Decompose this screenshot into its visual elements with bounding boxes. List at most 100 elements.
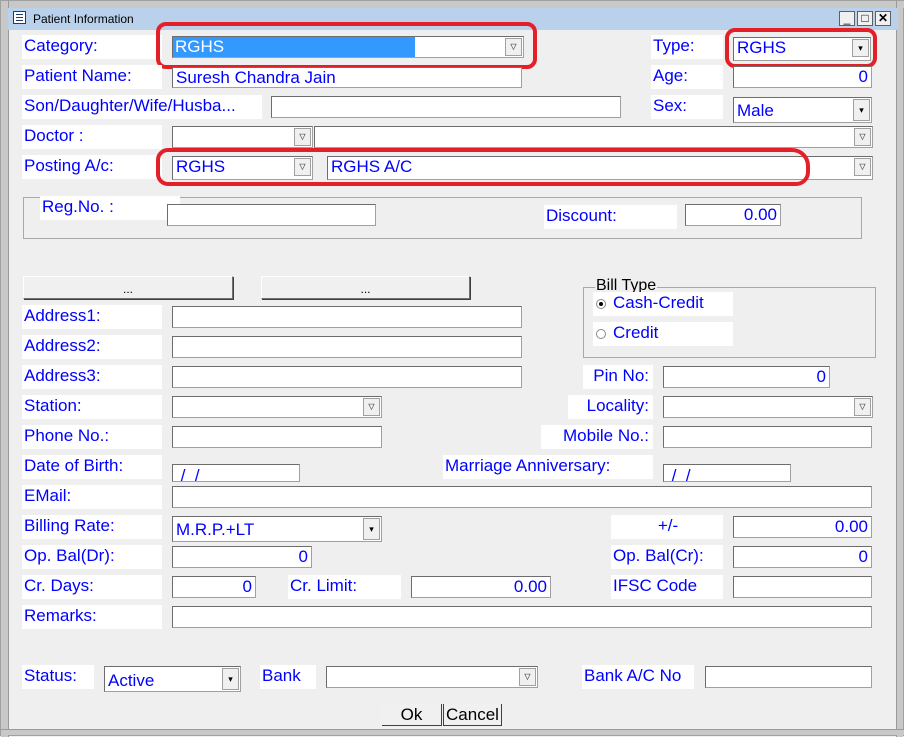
address2-label: Address2: xyxy=(22,335,162,359)
cash-credit-label: Cash-Credit xyxy=(613,293,704,312)
patient-name-label: Patient Name: xyxy=(22,65,162,89)
address3-input[interactable] xyxy=(172,366,522,388)
plus-minus-label: +/- xyxy=(611,515,723,539)
bank-ac-no-input[interactable] xyxy=(705,666,872,688)
chevron-down-icon[interactable]: ▽ xyxy=(854,398,871,416)
relation-input[interactable] xyxy=(271,96,621,118)
status-value: Active xyxy=(108,671,155,690)
chevron-down-icon[interactable]: ▽ xyxy=(294,128,311,146)
op-bal-dr-label: Op. Bal(Dr): xyxy=(22,545,162,569)
browse-button-1[interactable]: ... xyxy=(23,276,233,299)
station-dropdown[interactable]: ▽ xyxy=(172,396,382,418)
chevron-down-icon[interactable]: ▾ xyxy=(222,668,239,690)
radio-cash-credit[interactable] xyxy=(596,299,606,309)
cr-days-label: Cr. Days: xyxy=(22,575,162,599)
bill-type-cash-credit[interactable]: Cash-Credit xyxy=(593,292,733,316)
discount-input[interactable]: 0.00 xyxy=(685,204,781,226)
phone-no-label: Phone No.: xyxy=(22,425,162,449)
relation-label: Son/Daughter/Wife/Husba... xyxy=(22,95,262,119)
type-dropdown[interactable]: RGHS ▾ xyxy=(733,37,871,61)
remarks-label: Remarks: xyxy=(22,605,162,629)
window-menu-icon[interactable] xyxy=(13,11,26,24)
billing-rate-value: M.R.P.+LT xyxy=(176,520,255,539)
date-of-birth-label: Date of Birth: xyxy=(22,455,162,479)
doctor-name-dropdown[interactable]: ▽ xyxy=(314,126,873,148)
ifsc-code-input[interactable] xyxy=(733,576,872,598)
age-label: Age: xyxy=(651,65,723,89)
maximize-button[interactable]: □ xyxy=(857,11,873,26)
ifsc-code-label: IFSC Code xyxy=(611,575,723,599)
op-bal-cr-input[interactable]: 0 xyxy=(733,546,872,568)
category-label: Category: xyxy=(22,35,162,59)
window-title: Patient Information xyxy=(33,12,134,26)
mobile-no-label: Mobile No.: xyxy=(541,425,653,449)
cr-days-input[interactable]: 0 xyxy=(172,576,256,598)
cancel-button[interactable]: Cancel xyxy=(443,704,502,726)
locality-label: Locality: xyxy=(568,395,653,419)
station-label: Station: xyxy=(22,395,162,419)
browse-button-2[interactable]: ... xyxy=(261,276,470,299)
op-bal-dr-input[interactable]: 0 xyxy=(172,546,312,568)
address1-input[interactable] xyxy=(172,306,522,328)
radio-credit[interactable] xyxy=(596,329,606,339)
phone-no-input[interactable] xyxy=(172,426,382,448)
posting-ac-name-dropdown[interactable]: RGHS A/C ▽ xyxy=(327,156,873,180)
chevron-down-icon[interactable]: ▽ xyxy=(854,158,871,176)
billing-rate-dropdown[interactable]: M.R.P.+LT ▾ xyxy=(172,516,382,542)
date-of-birth-input[interactable]: / / xyxy=(172,464,300,482)
doctor-label: Doctor : xyxy=(22,125,162,149)
op-bal-cr-label: Op. Bal(Cr): xyxy=(611,545,723,569)
posting-ac-code-value: RGHS xyxy=(176,157,226,176)
sex-dropdown[interactable]: Male ▾ xyxy=(733,97,872,123)
pin-no-input[interactable]: 0 xyxy=(663,366,830,388)
status-dropdown[interactable]: Active ▾ xyxy=(104,666,241,692)
email-label: EMail: xyxy=(22,485,162,509)
chevron-down-icon[interactable]: ▽ xyxy=(505,38,522,56)
chevron-down-icon[interactable]: ▽ xyxy=(519,668,536,686)
address1-label: Address1: xyxy=(22,305,162,329)
type-label: Type: xyxy=(651,35,723,59)
category-value: RGHS xyxy=(173,37,415,57)
title-bar xyxy=(8,8,898,30)
window-frame-left xyxy=(1,1,9,737)
bill-type-credit[interactable]: Credit xyxy=(593,322,733,346)
discount-label: Discount: xyxy=(544,205,677,229)
type-value: RGHS xyxy=(737,38,787,57)
bank-label: Bank xyxy=(260,665,316,689)
age-input[interactable]: 0 xyxy=(733,66,872,88)
sex-value: Male xyxy=(737,101,774,120)
plus-minus-input[interactable]: 0.00 xyxy=(733,516,872,538)
reg-no-input[interactable] xyxy=(167,204,376,226)
mobile-no-input[interactable] xyxy=(663,426,872,448)
chevron-down-icon[interactable]: ▾ xyxy=(363,518,380,540)
patient-name-input[interactable]: Suresh Chandra Jain xyxy=(172,67,522,88)
chevron-down-icon[interactable]: ▽ xyxy=(854,128,871,146)
close-button[interactable]: ✕ xyxy=(875,11,891,26)
credit-label: Credit xyxy=(613,323,659,342)
reg-no-label: Reg.No. : xyxy=(40,196,180,220)
posting-ac-code-dropdown[interactable]: RGHS ▽ xyxy=(172,156,313,180)
doctor-code-dropdown[interactable]: ▽ xyxy=(172,126,313,148)
minimize-button[interactable]: _ xyxy=(839,11,855,26)
sex-label: Sex: xyxy=(651,95,723,119)
status-label: Status: xyxy=(22,665,94,689)
window-frame-right xyxy=(896,1,903,737)
locality-dropdown[interactable]: ▽ xyxy=(663,396,873,418)
marriage-anniversary-input[interactable]: / / xyxy=(663,464,791,482)
pin-no-label: Pin No: xyxy=(583,365,653,389)
remarks-input[interactable] xyxy=(172,606,872,628)
marriage-anniversary-label: Marriage Anniversary: xyxy=(443,455,653,479)
bank-dropdown[interactable]: ▽ xyxy=(326,666,538,688)
chevron-down-icon[interactable]: ▾ xyxy=(853,99,870,121)
bank-ac-no-label: Bank A/C No xyxy=(582,665,694,689)
category-dropdown[interactable]: RGHS ▽ xyxy=(172,36,524,58)
cr-limit-input[interactable]: 0.00 xyxy=(411,576,551,598)
chevron-down-icon[interactable]: ▾ xyxy=(852,39,869,57)
chevron-down-icon[interactable]: ▽ xyxy=(294,158,311,176)
address2-input[interactable] xyxy=(172,336,522,358)
email-input[interactable] xyxy=(172,486,872,508)
chevron-down-icon[interactable]: ▽ xyxy=(363,398,380,416)
address3-label: Address3: xyxy=(22,365,162,389)
posting-ac-label: Posting A/c: xyxy=(22,155,162,179)
ok-button[interactable]: Ok xyxy=(382,704,442,726)
